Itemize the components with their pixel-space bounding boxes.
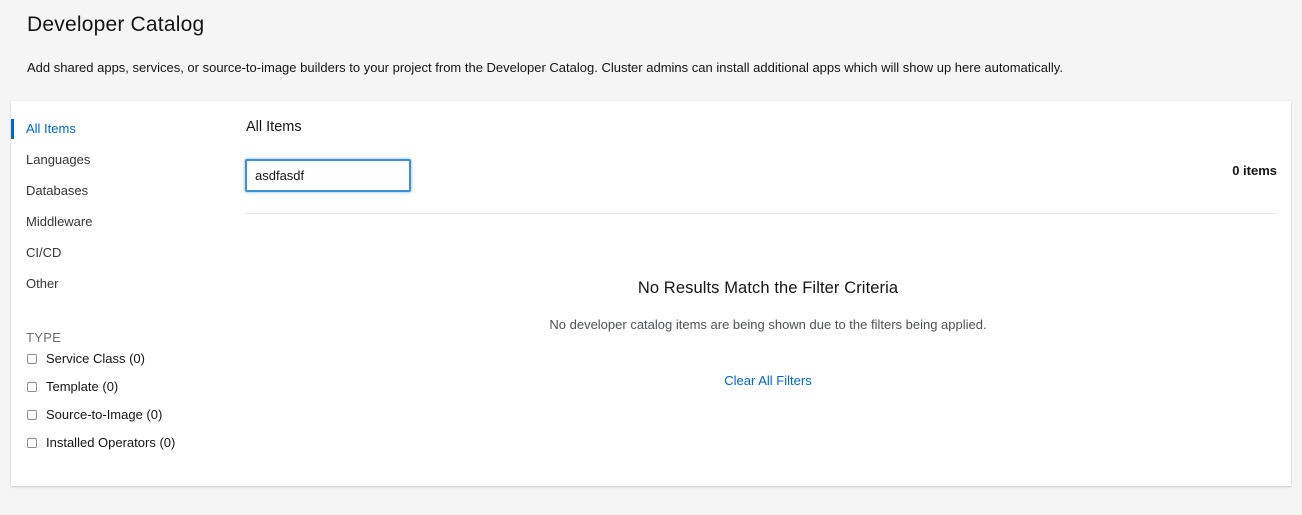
divider xyxy=(245,213,1277,214)
category-databases[interactable]: Databases xyxy=(26,183,88,198)
page-description: Add shared apps, services, or source-to-… xyxy=(27,60,1063,75)
category-middleware[interactable]: Middleware xyxy=(26,214,92,229)
active-category-indicator xyxy=(11,119,14,139)
catalog-sidebar: All Items Languages Databases Middleware… xyxy=(11,101,231,486)
filter-label: Template (0) xyxy=(46,379,119,394)
page-header: Developer Catalog Add shared apps, servi… xyxy=(0,0,1302,100)
service-class-checkbox[interactable] xyxy=(27,353,37,364)
filter-search-input[interactable] xyxy=(245,159,411,192)
type-filter-heading: TYPE xyxy=(26,330,62,345)
category-other[interactable]: Other xyxy=(26,276,59,291)
catalog-main: All Items 0 items No Results Match the F… xyxy=(245,101,1277,486)
filter-installed-operators[interactable]: Installed Operators (0) xyxy=(27,435,175,450)
clear-all-filters-link[interactable]: Clear All Filters xyxy=(724,373,811,388)
template-checkbox[interactable] xyxy=(27,381,37,392)
filter-label: Installed Operators (0) xyxy=(46,435,176,450)
empty-state-body: No developer catalog items are being sho… xyxy=(549,317,987,332)
category-ci-cd[interactable]: CI/CD xyxy=(26,245,61,260)
filter-label: Service Class (0) xyxy=(46,351,145,366)
source-to-image-checkbox[interactable] xyxy=(27,409,37,420)
installed-operators-checkbox[interactable] xyxy=(27,437,37,448)
empty-state: No Results Match the Filter Criteria No … xyxy=(245,279,1291,390)
empty-state-title: No Results Match the Filter Criteria xyxy=(637,279,899,297)
filter-service-class[interactable]: Service Class (0) xyxy=(27,351,145,366)
category-all-items[interactable]: All Items xyxy=(26,121,76,136)
category-languages[interactable]: Languages xyxy=(26,152,90,167)
filter-source-to-image[interactable]: Source-to-Image (0) xyxy=(27,407,162,422)
section-title: All Items xyxy=(246,119,302,135)
item-count: 0 items xyxy=(1232,163,1277,178)
catalog-card: All Items Languages Databases Middleware… xyxy=(11,101,1291,486)
page-title: Developer Catalog xyxy=(27,13,205,36)
filter-template[interactable]: Template (0) xyxy=(27,379,118,394)
filter-label: Source-to-Image (0) xyxy=(46,407,163,422)
